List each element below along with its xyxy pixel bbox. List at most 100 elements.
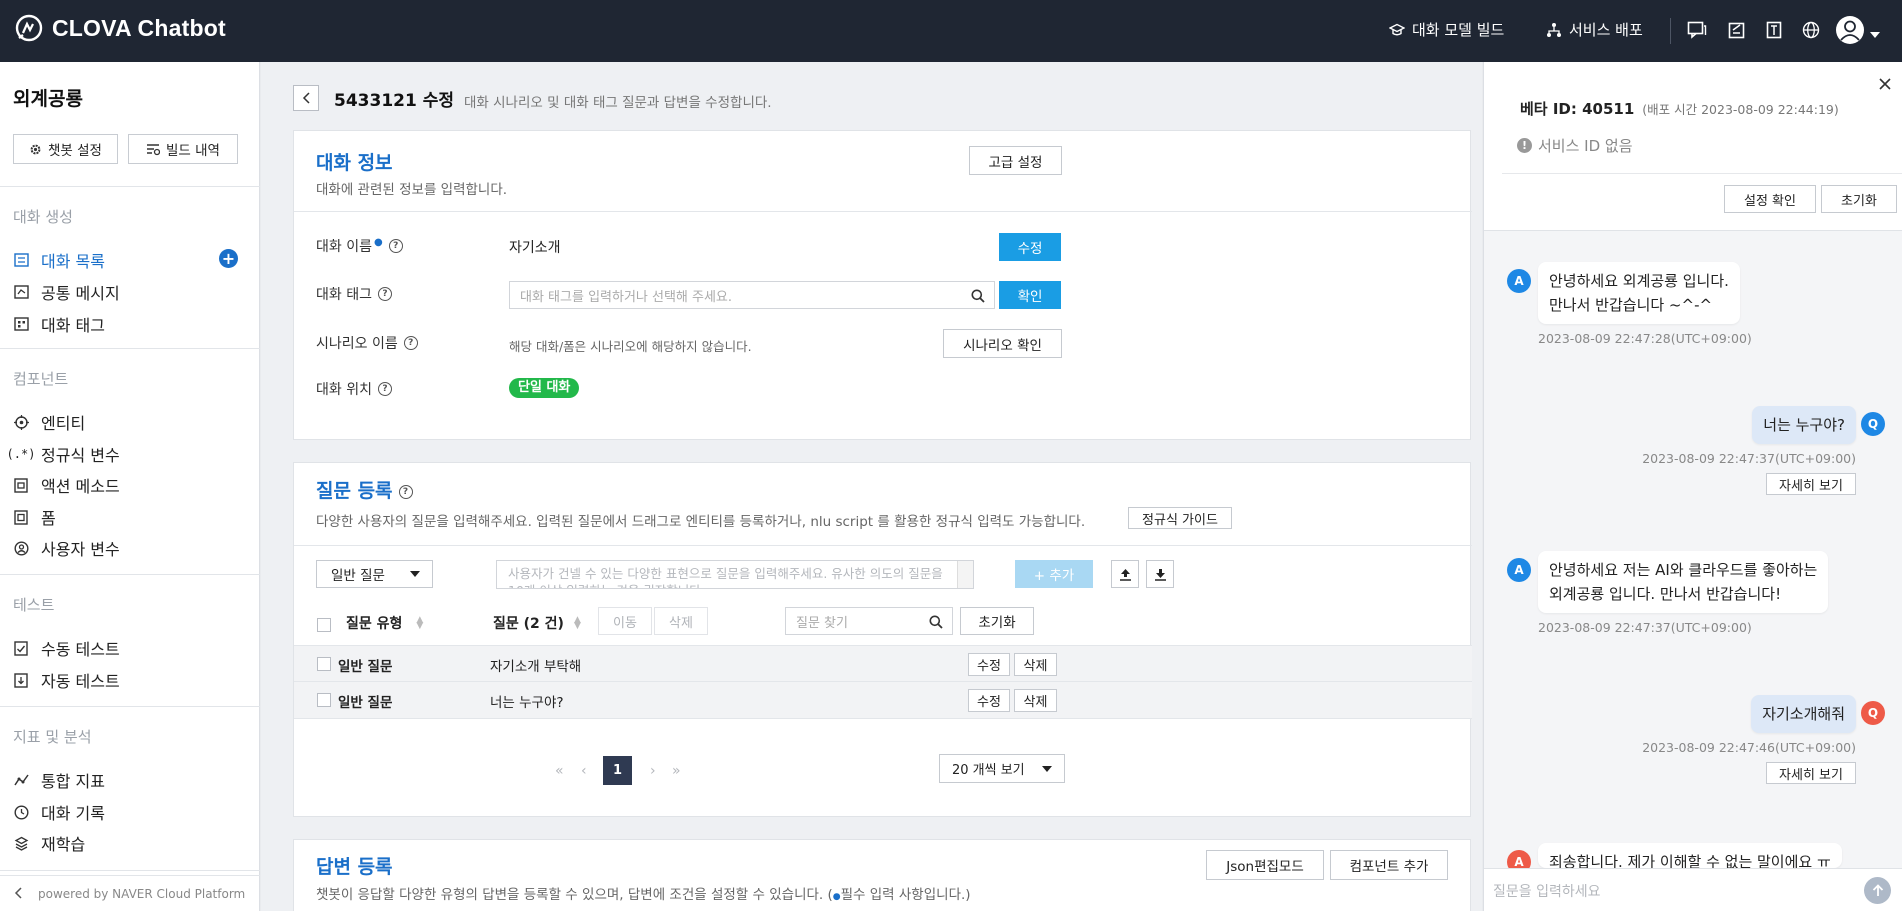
move-button[interactable]: 이동 xyxy=(598,607,652,635)
answer-desc: 챗봇이 응답할 다양한 유형의 답변을 등록할 수 있으며, 답변에 조건을 설… xyxy=(316,883,971,903)
detail-button[interactable]: 자세히 보기 xyxy=(1766,762,1856,784)
clock-icon xyxy=(13,804,29,820)
download-button[interactable] xyxy=(1146,560,1174,588)
page-size-select[interactable]: 20 개씩 보기 xyxy=(939,754,1065,783)
sidebar-item-entity[interactable]: 엔티티 xyxy=(13,410,85,434)
edit-name-button[interactable]: 수정 xyxy=(999,233,1061,261)
add-component-button[interactable]: 컴포넌트 추가 xyxy=(1330,850,1448,880)
delete-selected-button[interactable]: 삭제 xyxy=(654,607,708,635)
row-checkbox[interactable] xyxy=(317,693,331,707)
search-icon[interactable] xyxy=(971,289,985,303)
sidebar-item-label: 대화 기록 xyxy=(41,804,105,823)
sidebar-item-label: 폼 xyxy=(41,509,56,528)
textarea-resize-handle[interactable] xyxy=(957,561,973,588)
question-title: 질문 등록 xyxy=(316,480,393,502)
scenario-check-button[interactable]: 시나리오 확인 xyxy=(943,329,1062,358)
question-input-placeholder: 사용자가 건넬 수 있는 다양한 표현으로 질문을 입력해주세요. 유사한 의도… xyxy=(508,566,943,588)
select-all-checkbox[interactable] xyxy=(317,618,331,632)
sidebar-item-regex-variable[interactable]: (.*) 정규식 변수 xyxy=(7,442,120,466)
user-avatar-icon[interactable] xyxy=(1834,14,1866,46)
sidebar-item-conversation-list[interactable]: 대화 목록 xyxy=(13,248,105,272)
sidebar-item-label: 대화 태그 xyxy=(41,316,105,335)
sidebar-item-conversation-log[interactable]: 대화 기록 xyxy=(13,800,105,824)
sidebar-item-metrics[interactable]: 통합 지표 xyxy=(13,768,105,792)
help-icon[interactable]: ? xyxy=(388,239,403,253)
info-title: 대화 정보 xyxy=(316,152,393,174)
help-icon[interactable]: ? xyxy=(377,382,392,396)
sidebar-item-common-message[interactable]: 공통 메시지 xyxy=(13,280,120,304)
beta-id: 베타 ID: 40511 xyxy=(1520,100,1635,118)
col-header-type[interactable]: 질문 유형 ▲ ▼ xyxy=(346,613,423,633)
next-page-icon[interactable]: › xyxy=(650,763,656,779)
last-page-icon[interactable]: » xyxy=(672,763,681,779)
info-icon: ! xyxy=(1517,138,1532,153)
advanced-settings-button[interactable]: 고급 설정 xyxy=(969,146,1062,175)
message-icon xyxy=(13,284,29,300)
row-edit-button[interactable]: 수정 xyxy=(968,653,1010,676)
col-header-question[interactable]: 질문 (2 건) ▲ ▼ xyxy=(493,613,581,633)
help-icon[interactable]: ? xyxy=(377,287,392,301)
json-edit-mode-button[interactable]: Json편집모드 xyxy=(1206,850,1324,880)
position-badge: 단일 대화 xyxy=(509,378,580,398)
network-icon xyxy=(1547,22,1561,37)
search-icon[interactable] xyxy=(929,615,943,629)
history-list-icon xyxy=(147,143,160,155)
sidebar-item-label: 수동 테스트 xyxy=(41,640,120,659)
sidebar-item-manual-test[interactable]: 수동 테스트 xyxy=(13,636,120,660)
brand-logo[interactable]: CLOVA Chatbot xyxy=(14,13,226,43)
sidebar-item-action-method[interactable]: 액션 메소드 xyxy=(13,473,120,497)
tag-input[interactable]: 대화 태그를 입력하거나 선택해 주세요. xyxy=(509,281,995,309)
table-row[interactable]: 일반 질문 자기소개 부탁해 수정 삭제 xyxy=(294,645,1472,682)
message-line: 외계공룡 입니다. 만나서 반갑습니다! xyxy=(1549,585,1782,603)
sidebar-item-label: 자동 테스트 xyxy=(41,672,120,691)
bot-settings-button[interactable]: 챗봇 설정 xyxy=(13,134,118,164)
globe-icon[interactable] xyxy=(1798,17,1824,43)
scenario-label-text: 시나리오 이름 xyxy=(316,336,398,352)
regex-guide-button[interactable]: 정규식 가이드 xyxy=(1128,507,1232,529)
row-type: 일반 질문 xyxy=(338,659,393,675)
back-button[interactable] xyxy=(293,85,319,111)
upload-button[interactable] xyxy=(1111,560,1139,588)
sort-icon: ▲ ▼ xyxy=(416,615,424,631)
check-settings-button[interactable]: 설정 확인 xyxy=(1724,185,1816,213)
collapse-chevron-icon[interactable] xyxy=(14,887,22,902)
detail-button[interactable]: 자세히 보기 xyxy=(1766,473,1856,495)
reset-chat-button[interactable]: 초기화 xyxy=(1821,185,1897,213)
send-button[interactable] xyxy=(1864,877,1891,904)
question-input[interactable]: 사용자가 건넬 수 있는 다양한 표현으로 질문을 입력해주세요. 유사한 의도… xyxy=(496,560,974,589)
caret-down-icon[interactable] xyxy=(1870,27,1880,43)
sidebar-item-conversation-tag[interactable]: 대화 태그 xyxy=(13,312,105,336)
edit-note-icon[interactable] xyxy=(1724,17,1750,43)
chat-test-icon[interactable] xyxy=(1684,17,1710,43)
sidebar-item-auto-test[interactable]: 자동 테스트 xyxy=(13,668,120,692)
row-delete-button[interactable]: 삭제 xyxy=(1014,689,1057,712)
build-model-nav[interactable]: 대화 모델 빌드 xyxy=(1389,19,1504,40)
test-chat-panel: 베타 ID: 40511 (배포 시간 2023-08-09 22:44:19)… xyxy=(1483,62,1902,911)
table-row[interactable]: 일반 질문 너는 누구야? 수정 삭제 xyxy=(294,682,1472,719)
required-dot: ● xyxy=(373,236,383,248)
chatbot-logo-icon xyxy=(15,14,43,42)
row-edit-button[interactable]: 수정 xyxy=(968,689,1010,712)
row-checkbox[interactable] xyxy=(317,657,331,671)
confirm-tag-button[interactable]: 확인 xyxy=(999,281,1061,309)
help-icon[interactable]: ? xyxy=(403,336,418,350)
first-page-icon[interactable]: « xyxy=(555,763,564,779)
add-conversation-icon[interactable]: + xyxy=(219,249,238,268)
help-icon[interactable]: ? xyxy=(398,484,413,499)
close-icon[interactable] xyxy=(1879,78,1891,94)
prev-page-icon[interactable]: ‹ xyxy=(581,763,587,779)
divider xyxy=(0,870,260,871)
deploy-nav[interactable]: 서비스 배포 xyxy=(1546,19,1643,40)
sidebar-item-user-variable[interactable]: 사용자 변수 xyxy=(13,536,120,560)
add-question-button[interactable]: + 추가 xyxy=(1015,560,1093,588)
question-type-select[interactable]: 일반 질문 xyxy=(316,560,433,588)
page-button-current[interactable]: 1 xyxy=(603,756,632,785)
build-history-button[interactable]: 빌드 내역 xyxy=(128,134,238,164)
document-icon[interactable] xyxy=(1761,17,1787,43)
row-delete-button[interactable]: 삭제 xyxy=(1014,653,1057,676)
top-divider xyxy=(1670,18,1671,44)
reset-search-button[interactable]: 초기화 xyxy=(960,607,1034,635)
sidebar-item-retrain[interactable]: 재학습 xyxy=(13,831,85,855)
question-search-input[interactable]: 질문 찾기 xyxy=(785,607,953,635)
sidebar-item-form[interactable]: 폼 xyxy=(13,505,56,529)
